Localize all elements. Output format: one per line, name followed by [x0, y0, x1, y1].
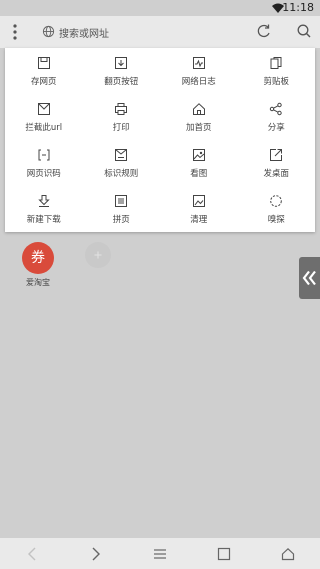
save-icon — [37, 56, 50, 69]
menu-icon — [154, 548, 166, 559]
coupon-icon: 券 — [22, 242, 54, 274]
add-shortcut-button[interactable] — [85, 242, 111, 268]
back-icon — [28, 547, 36, 560]
menu-item-view-image[interactable]: 看图 — [160, 140, 238, 186]
network-log-icon — [192, 56, 205, 69]
shortcut-ai-taobao[interactable]: 券 爱淘宝 — [22, 242, 54, 288]
menu-item-scan-code[interactable]: 网页识码 — [5, 140, 83, 186]
menu-dots-icon — [13, 24, 17, 40]
tabs-icon — [217, 547, 231, 560]
sniff-icon — [270, 194, 283, 207]
home-icon — [281, 547, 295, 560]
globe-icon — [42, 25, 55, 38]
double-chevron-left-icon — [302, 270, 316, 286]
menu-item-mark-rule[interactable]: 标识规则 — [83, 140, 161, 186]
menu-item-save-page[interactable]: 存网页 — [5, 48, 83, 94]
merge-page-icon — [115, 194, 128, 207]
menu-button[interactable] — [128, 538, 192, 569]
send-desktop-icon — [270, 148, 283, 161]
menu-item-clipboard[interactable]: 剪贴板 — [238, 48, 316, 94]
plus-icon — [94, 251, 102, 259]
scan-code-icon — [38, 149, 50, 160]
menu-item-sniff[interactable]: 嗅探 — [238, 186, 316, 232]
share-icon — [270, 102, 282, 115]
home-add-icon — [192, 102, 205, 115]
menu-item-share[interactable]: 分享 — [238, 94, 316, 140]
status-bar: 11:18 — [0, 0, 320, 16]
tools-menu-panel: 存网页 翻页按钮 网络日志 剪贴板 拦截此url 打印 加首页 分享 网页识码 … — [5, 48, 315, 232]
menu-item-send-desktop[interactable]: 发桌面 — [238, 140, 316, 186]
side-panel-handle[interactable] — [299, 257, 320, 299]
forward-button[interactable] — [64, 538, 128, 569]
browser-toolbar: 搜索或网址 — [0, 16, 320, 48]
menu-item-block-url[interactable]: 拦截此url — [5, 94, 83, 140]
mark-rule-icon — [115, 148, 128, 161]
clipboard-icon — [270, 56, 282, 69]
menu-dots-button[interactable] — [6, 22, 24, 42]
image-view-icon — [192, 148, 205, 161]
forward-icon — [92, 547, 100, 560]
menu-item-new-download[interactable]: 新建下载 — [5, 186, 83, 232]
block-url-icon — [37, 102, 50, 115]
menu-item-clean[interactable]: 清理 — [160, 186, 238, 232]
tabs-button[interactable] — [192, 538, 256, 569]
menu-item-print[interactable]: 打印 — [83, 94, 161, 140]
tools-menu-grid: 存网页 翻页按钮 网络日志 剪贴板 拦截此url 打印 加首页 分享 网页识码 … — [5, 48, 315, 232]
clean-icon — [192, 194, 205, 207]
search-placeholder: 搜索或网址 — [59, 29, 109, 40]
page-turn-icon — [115, 56, 128, 69]
refresh-icon[interactable] — [256, 22, 272, 40]
back-button[interactable] — [0, 538, 64, 569]
clock: 11:18 — [282, 1, 314, 14]
print-icon — [115, 102, 128, 115]
bottom-navigation — [0, 538, 320, 569]
download-icon — [38, 194, 50, 207]
shortcut-label: 爱淘宝 — [26, 278, 50, 287]
menu-item-add-homepage[interactable]: 加首页 — [160, 94, 238, 140]
address-search-field[interactable]: 搜索或网址 — [38, 22, 238, 42]
menu-item-merge-page[interactable]: 拼页 — [83, 186, 161, 232]
menu-item-network-log[interactable]: 网络日志 — [160, 48, 238, 94]
menu-item-page-turn[interactable]: 翻页按钮 — [83, 48, 161, 94]
home-button[interactable] — [256, 538, 320, 569]
search-icon[interactable] — [296, 22, 312, 40]
